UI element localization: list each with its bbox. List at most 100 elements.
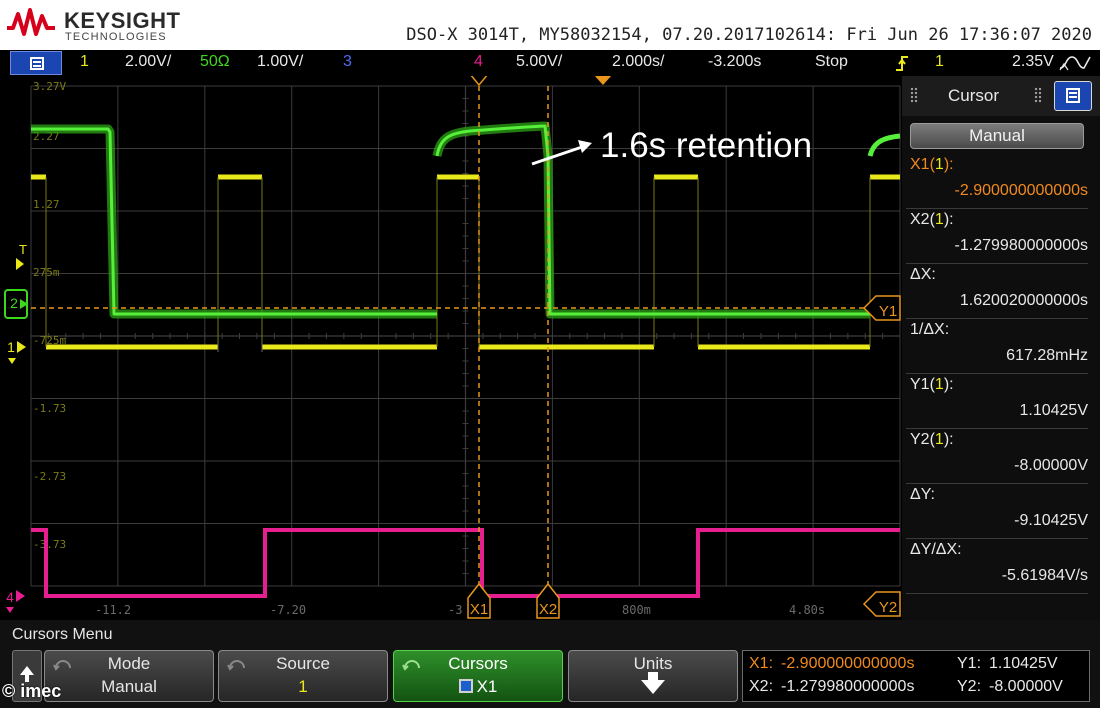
waveform-display[interactable]: 3.27V 2.27 1.27 275m -725m -1.73 -2.73 -…: [0, 76, 902, 620]
ch2-ground-marker[interactable]: 2: [4, 289, 28, 319]
ch1-marker-label: 1: [7, 339, 15, 355]
source-softkey[interactable]: Source 1: [218, 650, 388, 702]
menu-icon: [1066, 88, 1080, 103]
trigger-source[interactable]: 1: [935, 53, 944, 71]
cursor-measure-value: -5.61984V/s: [1001, 567, 1088, 584]
cursors-softkey[interactable]: Cursors X1: [393, 650, 563, 702]
cursor-measure-value: -1.279980000000s: [954, 237, 1088, 254]
readout-x2-label: X2:: [749, 678, 774, 695]
x2-marker[interactable]: X2: [536, 582, 560, 619]
cursors-softkey-label: Cursors: [448, 654, 508, 673]
t-label-3: -3: [448, 603, 462, 617]
cursor-measure-row: ΔY/ΔX: -5.61984V/s: [906, 539, 1088, 594]
menu-icon: [30, 57, 44, 70]
ch4-number[interactable]: 4: [474, 53, 483, 71]
keysight-wave-icon: [7, 8, 55, 36]
cursor-measure-row: X1(1): -2.900000000000s: [906, 154, 1088, 209]
device-info: DSO-X 3014T, MY58032154, 07.20.201710261…: [406, 25, 1092, 45]
cursor-measure-label: ΔY/ΔX:: [910, 541, 962, 559]
ch2-marker-label: 2: [10, 295, 18, 311]
ch4-marker-label: 4: [6, 589, 14, 605]
cursor-measure-row: ΔX: 1.620020000000s: [906, 264, 1088, 319]
units-softkey-label: Units: [633, 654, 673, 673]
ch2-scale[interactable]: 1.00V/: [257, 53, 303, 71]
readout-y2-label: Y2:: [957, 678, 982, 695]
ch1-scale[interactable]: 2.00V/: [125, 53, 171, 71]
units-softkey[interactable]: Units: [568, 650, 738, 702]
ch4-ground-marker[interactable]: 4: [6, 589, 25, 613]
cursor-measure-row: Y1(1): 1.10425V: [906, 374, 1088, 429]
cursor-measure-label-end: ):: [943, 156, 954, 173]
cursor-measure-label-text: X2(: [910, 211, 935, 228]
readout-y1-value: 1.10425V: [989, 655, 1058, 672]
cursor-measure-label: X1(1):: [910, 156, 954, 174]
cursor-panel-header: Cursor: [902, 76, 1100, 116]
row-divider: [906, 593, 1088, 594]
acquire-mode-icon[interactable]: [1058, 54, 1092, 72]
v-label-7: -2.73: [33, 470, 66, 483]
cursor-measure-value: 1.10425V: [1019, 402, 1088, 419]
cursor-panel-title: Cursor: [948, 86, 1000, 105]
run-state[interactable]: Stop: [815, 53, 848, 71]
grip-icon[interactable]: [1034, 87, 1042, 103]
cursor-mode-indicator[interactable]: Manual: [910, 123, 1084, 149]
ch3-number[interactable]: 3: [343, 53, 352, 71]
trigger-edge-icon[interactable]: [895, 55, 909, 72]
timebase-scale[interactable]: 2.000s/: [612, 53, 664, 71]
cursor-measure-row: 1/ΔX: 617.28mHz: [906, 319, 1088, 374]
trigger-level[interactable]: 2.35V: [1012, 53, 1054, 71]
header-bar: KEYSIGHT TECHNOLOGIES DSO-X 3014T, MY580…: [0, 0, 1100, 50]
x2-marker-label: X2: [539, 601, 557, 618]
y2-marker-label: Y2: [879, 599, 897, 616]
ch2-impedance[interactable]: 50Ω: [200, 53, 230, 71]
cursor-panel: Cursor Manual X1(1): -2.900000000000s X2(1…: [902, 76, 1100, 620]
cursor-measure-label: 1/ΔX:: [910, 321, 949, 339]
readout-y1-label: Y1:: [957, 655, 982, 672]
cursor-measure-value: -9.10425V: [1014, 512, 1088, 529]
cursor-measure-value: -8.00000V: [1014, 457, 1088, 474]
panel-menu-button[interactable]: [1054, 81, 1092, 111]
ch4-scale[interactable]: 5.00V/: [516, 53, 562, 71]
mode-softkey[interactable]: Mode Manual: [44, 650, 214, 702]
mode-softkey-label: Mode: [107, 654, 151, 673]
ch1-ground-marker[interactable]: 1: [7, 339, 26, 364]
x1-marker[interactable]: X1: [467, 582, 491, 619]
v-label-1: 3.27V: [33, 80, 66, 93]
cursor-measure-label-text: ΔX:: [910, 266, 936, 283]
softkey-menu-title: Cursors Menu: [12, 626, 113, 643]
y2-marker[interactable]: Y2: [862, 591, 901, 617]
cursor-measure-row: ΔY: -9.10425V: [906, 484, 1088, 539]
cursor-measure-label: Y2(1):: [910, 431, 954, 449]
cursor-measure-label-text: ΔY:: [910, 486, 935, 503]
cursor-measure-value: 1.620020000000s: [959, 292, 1088, 309]
cursors-softkey-value: X1: [476, 677, 498, 696]
grip-icon[interactable]: [910, 87, 918, 103]
ch1-number[interactable]: 1: [80, 53, 89, 71]
cursor-measure-label-end: ):: [943, 376, 954, 393]
t-label-4: 800m: [622, 603, 651, 617]
trigger-level-marker[interactable]: T: [16, 242, 27, 270]
cursors-softkey-value-wrap: X1: [394, 677, 562, 697]
trigger-position-marker: [594, 76, 612, 85]
cursor-measure-label-text: ΔY/ΔX:: [910, 541, 962, 558]
channel-bar: 1 2.00V/ 50Ω 1.00V/ 3 4 5.00V/ 2.000s/ -…: [0, 50, 1100, 76]
cursor-measure-label: X2(1):: [910, 211, 954, 229]
main-menu-button[interactable]: [10, 51, 62, 75]
retention-annotation-text: 1.6s retention: [600, 126, 812, 165]
cursor-measure-channel: 1: [934, 376, 944, 393]
readout-x1-value: -2.900000000000s: [781, 655, 915, 672]
cursor-readout: X1: -2.900000000000s X2: -1.279980000000…: [742, 650, 1090, 702]
cursor-measure-label-end: ):: [943, 431, 954, 448]
cursor-measure-label: ΔX:: [910, 266, 936, 284]
time-delay[interactable]: -3.200s: [708, 53, 761, 71]
x1-marker-label: X1: [470, 601, 488, 618]
waveform-canvas[interactable]: 3.27V 2.27 1.27 275m -725m -1.73 -2.73 -…: [0, 76, 902, 620]
t-label-5: 4.80s: [789, 603, 825, 617]
softkey-bar: Cursors Menu Mode Manual Source 1 Cursor…: [0, 620, 1100, 708]
cursor-measure-label-text: X1(: [910, 156, 935, 173]
source-softkey-value: 1: [298, 677, 308, 696]
v-label-6: -1.73: [33, 402, 66, 415]
readout-x1-label: X1:: [749, 655, 774, 672]
cursor-measure-label-end: ):: [943, 211, 954, 228]
copyright-watermark: © imec: [2, 681, 62, 701]
